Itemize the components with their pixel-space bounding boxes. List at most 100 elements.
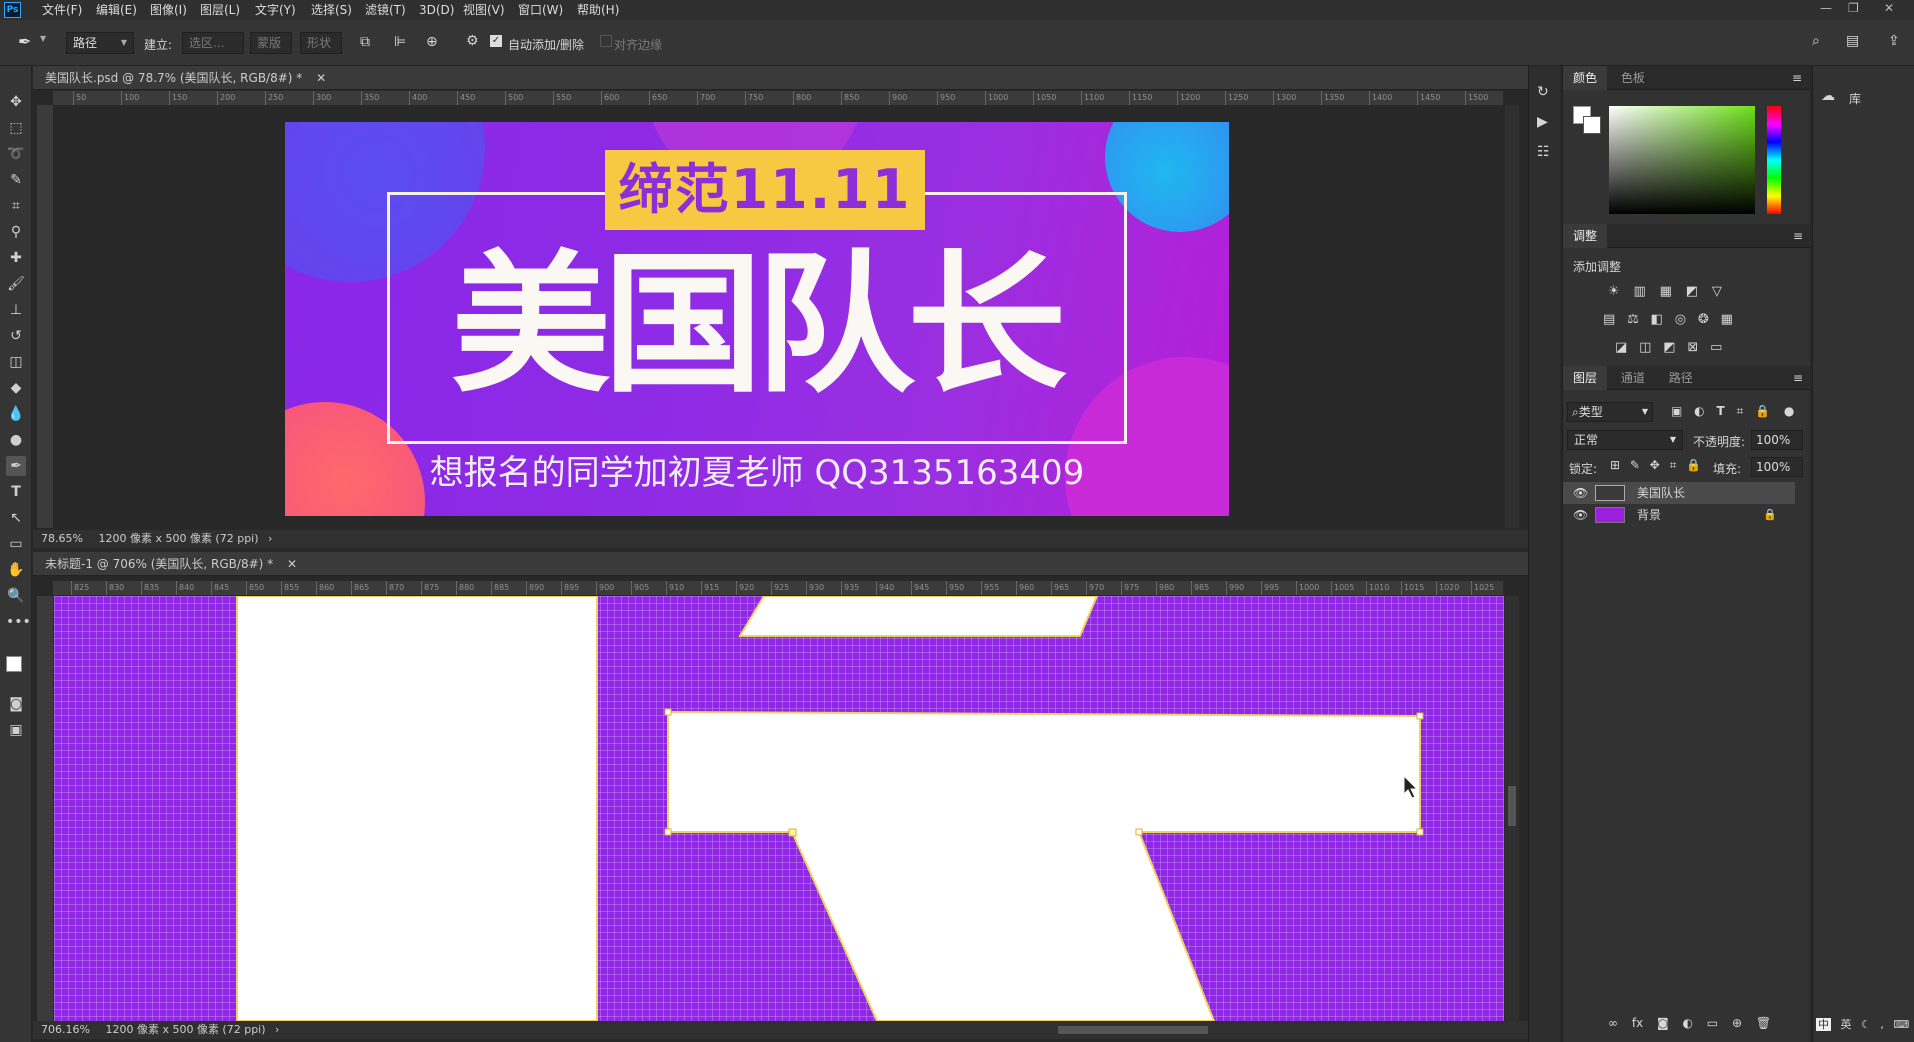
menu-filter[interactable]: 滤镜(T)	[365, 2, 406, 18]
opacity-input[interactable]: 100%	[1751, 430, 1803, 450]
pixel-filter-icon[interactable]: ▣	[1671, 404, 1682, 418]
levels-icon[interactable]: ▥	[1633, 284, 1645, 299]
gear-icon[interactable]: ⚙	[466, 33, 479, 49]
tab-channels[interactable]: 通道	[1611, 366, 1655, 390]
lock-transparent-icon[interactable]: ⊞	[1610, 458, 1620, 472]
eraser-tool-icon[interactable]: ◫	[6, 352, 26, 372]
marquee-tool-icon[interactable]: ⬚	[6, 118, 26, 138]
color-lookup-icon[interactable]: ▦	[1721, 312, 1733, 327]
actions-play-icon[interactable]: ▶	[1537, 114, 1548, 130]
rectangle-tool-icon[interactable]: ▭	[6, 534, 26, 554]
anchor-point[interactable]	[1135, 828, 1143, 836]
new-group-icon[interactable]: ▭	[1707, 1016, 1718, 1030]
new-adjustment-icon[interactable]: ◐	[1682, 1016, 1692, 1030]
menu-3d[interactable]: 3D(D)	[419, 2, 454, 18]
zoom-tool-icon[interactable]: 🔍	[6, 586, 26, 606]
layer-style-icon[interactable]: fx	[1632, 1016, 1643, 1030]
move-tool-icon[interactable]: ✥	[6, 92, 26, 112]
adjustment-filter-icon[interactable]: ◐	[1694, 404, 1704, 418]
minimize-icon[interactable]: —	[1820, 1, 1832, 15]
menu-edit[interactable]: 编辑(E)	[96, 2, 137, 18]
bg-color-chip[interactable]	[1583, 116, 1601, 134]
layer-name[interactable]: 美国队长	[1637, 482, 1685, 504]
chevron-right-icon[interactable]: ›	[268, 532, 272, 545]
menu-view[interactable]: 视图(V)	[463, 2, 505, 18]
chevron-right-icon[interactable]: ›	[275, 1023, 279, 1036]
photo-filter-icon[interactable]: ◎	[1675, 312, 1686, 327]
panel-menu-icon[interactable]: ≡	[1792, 66, 1802, 90]
punctuation-icon[interactable]: ,	[1880, 1018, 1884, 1031]
make-mask-button[interactable]: 蒙版	[250, 32, 292, 54]
brush-tool-icon[interactable]: 🖌	[6, 274, 26, 294]
anchor-point[interactable]	[1416, 712, 1424, 720]
keyboard-icon[interactable]: ⌨	[1893, 1018, 1909, 1031]
workspace-icon[interactable]: ▤	[1846, 33, 1859, 49]
close-icon[interactable]: ✕	[1884, 1, 1894, 15]
anchor-point[interactable]	[1416, 828, 1424, 836]
layer-name[interactable]: 背景	[1637, 504, 1661, 526]
anchor-point[interactable]	[664, 708, 672, 716]
brightness-icon[interactable]: ☀	[1608, 284, 1620, 299]
restore-icon[interactable]: ❐	[1848, 1, 1859, 15]
pen-tool-icon[interactable]: ✒	[6, 456, 26, 476]
history-brush-tool-icon[interactable]: ↺	[6, 326, 26, 346]
layer-row-background[interactable]: 👁 背景 🔒	[1563, 504, 1795, 526]
layer-row-shape[interactable]: 👁 美国队长	[1563, 482, 1795, 504]
anchor-point[interactable]	[664, 828, 672, 836]
dodge-tool-icon[interactable]: ●	[6, 430, 26, 450]
color-balance-icon[interactable]: ⚖	[1627, 312, 1639, 327]
selective-color-icon[interactable]: ⊠	[1687, 340, 1698, 355]
document-tab-2[interactable]: 未标题-1 @ 706% (美国队长, RGB/8#) *	[45, 557, 273, 571]
crop-tool-icon[interactable]: ⌗	[6, 196, 26, 216]
path-alignment-icon[interactable]: ⊫	[394, 34, 406, 50]
close-tab-icon[interactable]: ✕	[287, 557, 297, 571]
menu-file[interactable]: 文件(F)	[42, 2, 82, 18]
quick-mask-icon[interactable]: ◙	[6, 694, 26, 714]
panel-menu-icon[interactable]: ≡	[1793, 366, 1803, 390]
path-operations-icon[interactable]: ⧉	[360, 34, 370, 50]
layer-filter-select[interactable]: ⌕类型 ▼	[1567, 402, 1653, 422]
banner-artwork[interactable]: 缔范11.11 美国队长 想报名的同学加初夏老师 QQ3135163409	[285, 122, 1229, 516]
chevron-down-icon[interactable]: ▼	[40, 34, 46, 43]
library-label[interactable]: 库	[1849, 90, 1861, 107]
horizontal-scroll-thumb[interactable]	[1058, 1026, 1208, 1034]
delete-layer-icon[interactable]: 🗑	[1756, 1016, 1771, 1030]
channel-mixer-icon[interactable]: ❂	[1698, 312, 1709, 327]
lock-artboard-icon[interactable]: ⌗	[1670, 458, 1677, 472]
path-select-tool-icon[interactable]: ↖	[6, 508, 26, 528]
zoom-level-2[interactable]: 706.16%	[41, 1023, 90, 1036]
ime-mode[interactable]: 英	[1841, 1018, 1852, 1031]
tab-adjustments[interactable]: 调整	[1563, 224, 1608, 248]
horizontal-bar-shape[interactable]	[667, 710, 1421, 1021]
moon-icon[interactable]: ☾	[1861, 1018, 1871, 1031]
quick-select-tool-icon[interactable]: ✎	[6, 170, 26, 190]
menu-type[interactable]: 文字(Y)	[255, 2, 296, 18]
type-tool-icon[interactable]: T	[6, 482, 26, 502]
lasso-tool-icon[interactable]: ➰	[6, 144, 26, 164]
add-mask-icon[interactable]: ◙	[1657, 1016, 1669, 1030]
hue-saturation-icon[interactable]: ▤	[1603, 312, 1615, 327]
vertical-scrollbar[interactable]	[1505, 105, 1519, 528]
scroll-thumb[interactable]	[1508, 786, 1516, 826]
paint-bucket-tool-icon[interactable]: ◆	[6, 378, 26, 398]
screen-mode-icon[interactable]: ▣	[6, 720, 26, 740]
lock-pixels-icon[interactable]: ✎	[1630, 458, 1640, 472]
curves-icon[interactable]: ▦	[1660, 284, 1672, 299]
selected-anchor-point[interactable]	[788, 828, 797, 837]
make-shape-button[interactable]: 形状	[300, 32, 342, 54]
menu-window[interactable]: 窗口(W)	[518, 2, 563, 18]
shape-filter-icon[interactable]: ⌗	[1737, 404, 1744, 418]
healing-tool-icon[interactable]: ✚	[6, 248, 26, 268]
ime-icon[interactable]: 中	[1816, 1018, 1831, 1031]
panel-menu-icon[interactable]: ≡	[1793, 224, 1803, 248]
menu-select[interactable]: 选择(S)	[311, 2, 352, 18]
visibility-eye-icon[interactable]: 👁	[1573, 482, 1588, 504]
zoom-level[interactable]: 78.65%	[41, 532, 83, 545]
posterize-icon[interactable]: ◫	[1639, 340, 1651, 355]
hand-tool-icon[interactable]: ✋	[6, 560, 26, 580]
libraries-icon[interactable]: ☁	[1821, 88, 1835, 104]
menu-image[interactable]: 图像(I)	[150, 2, 187, 18]
link-layers-icon[interactable]: ∞	[1608, 1016, 1618, 1030]
pen-tool-icon[interactable]: ✒	[18, 32, 31, 51]
tab-paths[interactable]: 路径	[1659, 366, 1703, 390]
